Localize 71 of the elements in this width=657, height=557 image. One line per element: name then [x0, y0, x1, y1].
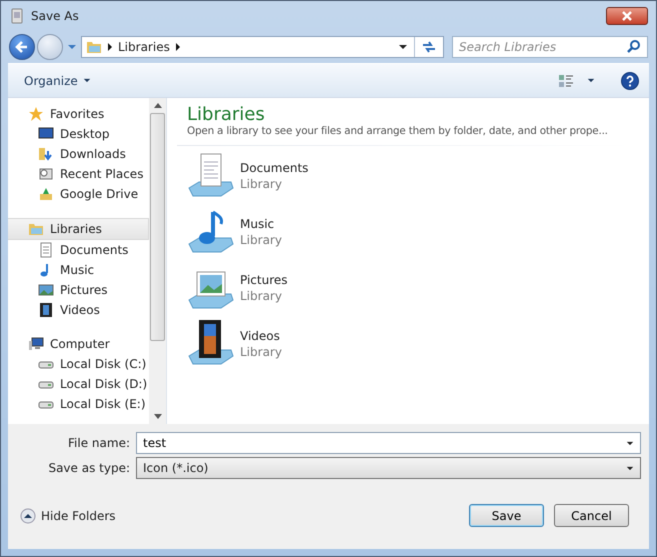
sidebar-item[interactable]: Videos — [8, 300, 149, 320]
sidebar-group[interactable]: Libraries — [8, 218, 149, 240]
sidebar-item[interactable]: Local Disk (E:) — [8, 394, 149, 414]
library-item[interactable]: Documents Library — [187, 152, 317, 200]
sidebar-group[interactable]: Computer — [8, 334, 149, 354]
content-title: Libraries — [187, 104, 266, 125]
library-type: Library — [240, 233, 282, 247]
group-icon — [28, 336, 44, 352]
breadcrumb-arrow-icon — [176, 43, 180, 51]
library-item[interactable]: Pictures Library — [187, 264, 317, 312]
dialog-button[interactable]: Cancel — [554, 504, 629, 527]
refresh-icon — [421, 39, 437, 55]
history-caret-icon[interactable] — [67, 44, 77, 50]
item-icon — [38, 146, 54, 162]
address-bar[interactable]: Libraries — [81, 36, 444, 58]
library-type: Library — [240, 177, 283, 191]
content-subtitle: Open a library to see your files and arrange them by folder, date, and other prope... — [187, 125, 609, 137]
caret-icon — [587, 78, 595, 83]
sidebar-item[interactable]: Desktop — [8, 124, 149, 144]
collapse-icon — [20, 508, 36, 524]
dialog-button[interactable]: Save — [469, 504, 544, 527]
dropdown-caret-icon — [626, 466, 634, 470]
library-name: Videos — [240, 329, 281, 343]
back-button[interactable] — [9, 34, 35, 60]
app-icon — [9, 8, 25, 24]
item-icon — [38, 186, 54, 202]
sidebar-item[interactable]: Documents — [8, 240, 149, 260]
sidebar-item[interactable]: Downloads — [8, 144, 149, 164]
library-name: Pictures — [240, 273, 288, 287]
sidebar-group[interactable]: Favorites — [8, 104, 149, 124]
file-name-label: File name: — [67, 436, 130, 450]
item-icon — [38, 166, 54, 182]
sidebar-item[interactable]: Pictures — [8, 280, 149, 300]
save-type-dropdown[interactable]: Icon (*.ico) — [136, 457, 641, 479]
back-arrow-icon — [14, 39, 30, 55]
dropdown-caret-icon[interactable] — [398, 44, 408, 50]
hide-folders-button[interactable]: Hide Folders — [16, 506, 122, 526]
group-icon — [28, 221, 44, 237]
breadcrumb[interactable]: Libraries — [118, 40, 170, 54]
sidebar-item[interactable]: Local Disk (D:) — [8, 374, 149, 394]
caret-icon — [82, 78, 91, 83]
library-item[interactable]: Music Library — [187, 208, 317, 256]
scrollbar[interactable] — [149, 98, 166, 424]
sidebar-item[interactable]: Music — [8, 260, 149, 280]
item-icon — [38, 282, 54, 298]
scroll-up-icon[interactable] — [154, 103, 162, 108]
library-type: Library — [240, 345, 282, 359]
folder-icon — [86, 39, 102, 55]
item-icon — [38, 242, 54, 258]
search-field[interactable]: Search Libraries — [452, 36, 648, 58]
window-title: Save As — [31, 9, 80, 23]
help-icon[interactable] — [621, 72, 639, 90]
breadcrumb-arrow-icon — [108, 43, 112, 51]
close-button[interactable] — [606, 7, 648, 25]
library-item[interactable]: Videos Library — [187, 320, 317, 368]
library-type: Library — [240, 289, 283, 303]
file-name-field[interactable]: test — [136, 432, 641, 454]
sidebar-item[interactable]: Recent Places — [8, 164, 149, 184]
scroll-down-icon[interactable] — [154, 414, 162, 419]
library-name: Music — [240, 217, 276, 231]
group-icon — [28, 106, 44, 122]
sidebar-item[interactable]: Google Drive — [8, 184, 149, 204]
close-icon — [621, 11, 633, 21]
search-icon — [626, 39, 642, 55]
view-list-icon — [558, 72, 574, 88]
item-icon — [38, 302, 54, 318]
save-type-label: Save as type: — [47, 461, 130, 475]
library-name: Documents — [240, 161, 308, 175]
sidebar-item[interactable]: Local Disk (C:) — [8, 354, 149, 374]
dropdown-caret-icon[interactable] — [626, 441, 634, 446]
organize-button[interactable]: Organize — [18, 72, 97, 90]
